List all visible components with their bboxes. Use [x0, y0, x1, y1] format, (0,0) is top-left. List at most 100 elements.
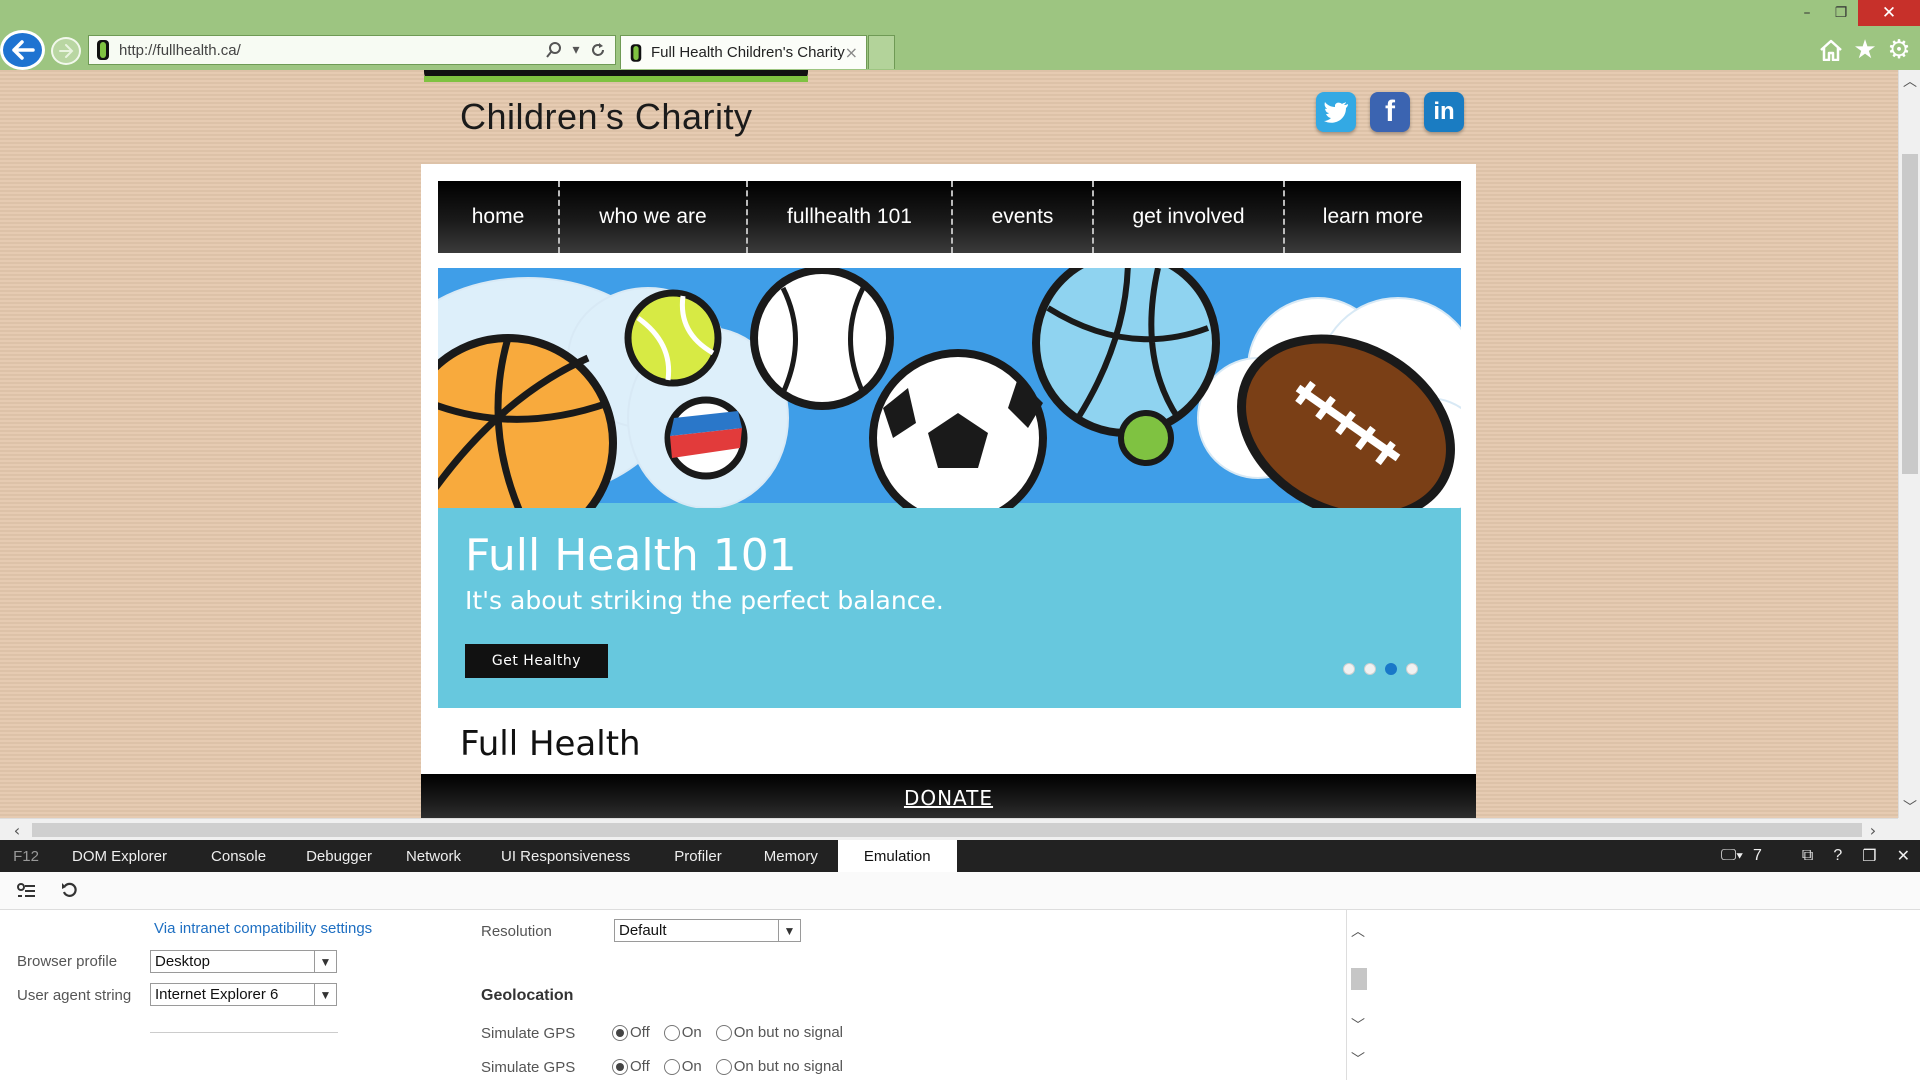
nav-fullhealth-101[interactable]: fullhealth 101	[748, 181, 953, 253]
radio-label: Off	[630, 1024, 650, 1041]
tab-dom-explorer[interactable]: DOM Explorer	[52, 840, 187, 872]
tab-console[interactable]: Console	[187, 840, 290, 872]
tab-ui-responsiveness[interactable]: UI Responsiveness	[479, 840, 652, 872]
radio-button[interactable]	[663, 1058, 680, 1075]
twitter-icon[interactable]	[1316, 92, 1356, 132]
slide-dot-3[interactable]	[1385, 663, 1397, 675]
minimize-button[interactable]: –	[1790, 0, 1824, 26]
gps-no-signal-option[interactable]: On but no signal	[715, 1058, 843, 1075]
nav-who-we-are[interactable]: who we are	[560, 181, 748, 253]
help-icon[interactable]: ?	[1823, 840, 1852, 872]
intranet-compat-link[interactable]: Via intranet compatibility settings	[154, 920, 372, 937]
linkedin-icon[interactable]: in	[1424, 92, 1464, 132]
resolution-label: Resolution	[481, 923, 552, 940]
gps-no-signal-option[interactable]: On but no signal	[715, 1024, 843, 1041]
hero-slider[interactable]: Full Health 101 It's about striking the …	[438, 268, 1461, 708]
scroll-right-icon[interactable]: ›	[1862, 819, 1884, 841]
scroll-left-icon[interactable]: ‹	[6, 819, 28, 841]
undock-icon[interactable]: ❐	[1852, 840, 1886, 872]
close-devtools-icon[interactable]: ✕	[1887, 840, 1920, 872]
page-horizontal-scrollbar[interactable]: ‹ ›	[0, 818, 1898, 840]
radio-button[interactable]	[612, 1058, 628, 1075]
site-logo[interactable]: Children’s Charity	[420, 70, 840, 165]
nav-home[interactable]: home	[438, 181, 560, 253]
back-arrow-icon	[11, 40, 35, 60]
radio-button[interactable]	[715, 1058, 732, 1075]
scroll-down-icon[interactable]: ﹀	[1349, 1016, 1367, 1034]
nav-get-involved[interactable]: get involved	[1094, 181, 1285, 253]
resolution-value: Default	[619, 922, 667, 939]
section-heading: Full Health	[460, 724, 641, 764]
hero-subtitle: It's about striking the perfect balance.	[465, 586, 944, 615]
scrollbar-corner	[1898, 818, 1920, 840]
search-icon[interactable]	[543, 39, 565, 61]
donate-link[interactable]: DONATE	[904, 786, 993, 810]
scroll-up-icon[interactable]: ︿	[1349, 922, 1367, 940]
restore-button[interactable]: ❐	[1824, 0, 1858, 26]
scroll-up-icon[interactable]: ︿	[1899, 70, 1920, 92]
tab-profiler[interactable]: Profiler	[652, 840, 744, 872]
slide-dot-4[interactable]	[1406, 663, 1418, 675]
chevron-down-icon: ▼	[314, 951, 336, 972]
chevron-down-icon: ▼	[778, 920, 800, 941]
console-toggle-icon[interactable]: ⧉	[1792, 840, 1823, 872]
user-agent-label: User agent string	[17, 987, 132, 1004]
user-agent-select[interactable]: Internet Explorer 6 ▼	[150, 983, 337, 1006]
new-tab-button[interactable]	[868, 35, 895, 69]
tab-favicon	[629, 43, 643, 63]
gps-on-option[interactable]: On	[663, 1024, 702, 1041]
url-text[interactable]: http://fullhealth.ca/	[119, 42, 543, 59]
favorites-star-icon[interactable]: ★	[1852, 37, 1878, 63]
close-window-button[interactable]: ✕	[1858, 0, 1920, 26]
dropdown-chevron-icon[interactable]: ▾	[565, 39, 587, 61]
radio-button[interactable]	[663, 1024, 680, 1041]
gps-off-option[interactable]: Off	[612, 1058, 650, 1075]
radio-label: On	[681, 1024, 702, 1041]
horizontal-scroll-thumb[interactable]	[32, 823, 1862, 837]
radio-label: On	[681, 1058, 702, 1075]
slide-dot-2[interactable]	[1364, 663, 1376, 675]
emulation-scrollbar[interactable]: ︿ ﹀ ﹀	[1346, 910, 1368, 1080]
browser-tab[interactable]: Full Health Children's Charity ×	[620, 35, 867, 69]
reset-undo-icon[interactable]	[58, 880, 82, 902]
gps-on-option[interactable]: On	[663, 1058, 702, 1075]
devtools-tab-bar: F12 DOM Explorer Console Debugger Networ…	[0, 840, 1920, 872]
gps-off-option[interactable]: Off	[612, 1024, 650, 1041]
refresh-icon[interactable]	[587, 39, 609, 61]
settings-gear-icon[interactable]: ⚙	[1886, 37, 1912, 63]
get-healthy-button[interactable]: Get Healthy	[465, 644, 608, 678]
scroll-thumb[interactable]	[1902, 154, 1918, 474]
radio-button[interactable]	[715, 1024, 732, 1041]
radio-button[interactable]	[612, 1024, 628, 1041]
simulate-gps-label: Simulate GPS	[481, 1059, 576, 1076]
resolution-select[interactable]: Default ▼	[614, 919, 801, 942]
facebook-icon[interactable]: f	[1370, 92, 1410, 132]
scroll-down-icon[interactable]: ﹀	[1899, 796, 1920, 818]
browser-profile-label: Browser profile	[17, 953, 118, 970]
settings-list-icon[interactable]	[14, 880, 38, 902]
developer-tools: F12 DOM Explorer Console Debugger Networ…	[0, 840, 1920, 1080]
tab-memory[interactable]: Memory	[744, 840, 838, 872]
document-mode-value[interactable]: 7	[1753, 840, 1792, 872]
scroll-down-icon[interactable]: ﹀	[1349, 1050, 1367, 1068]
browser-profile-select[interactable]: Desktop ▼	[150, 950, 337, 973]
tab-emulation[interactable]: Emulation	[837, 840, 957, 872]
document-mode-icon[interactable]: 🖵▾	[1711, 840, 1753, 872]
nav-learn-more[interactable]: learn more	[1285, 181, 1461, 253]
tab-network[interactable]: Network	[388, 840, 479, 872]
tab-debugger[interactable]: Debugger	[290, 840, 388, 872]
back-button[interactable]	[0, 30, 45, 70]
page-vertical-scrollbar[interactable]: ︿ ﹀	[1898, 70, 1920, 818]
address-bar[interactable]: http://fullhealth.ca/ ▾	[88, 35, 616, 65]
home-icon[interactable]	[1818, 37, 1844, 63]
simulate-gps-radio-group: Off On On but no signal	[612, 1024, 851, 1041]
nav-events[interactable]: events	[953, 181, 1094, 253]
close-tab-icon[interactable]: ×	[845, 43, 858, 62]
slide-dot-1[interactable]	[1343, 663, 1355, 675]
forward-button[interactable]	[51, 37, 81, 65]
site-favicon	[95, 39, 111, 61]
browser-chrome: http://fullhealth.ca/ ▾ Full Health Chil…	[0, 0, 1920, 70]
radio-label: On but no signal	[733, 1024, 843, 1041]
user-agent-value: Internet Explorer 6	[155, 986, 279, 1003]
scroll-thumb[interactable]	[1351, 968, 1367, 990]
